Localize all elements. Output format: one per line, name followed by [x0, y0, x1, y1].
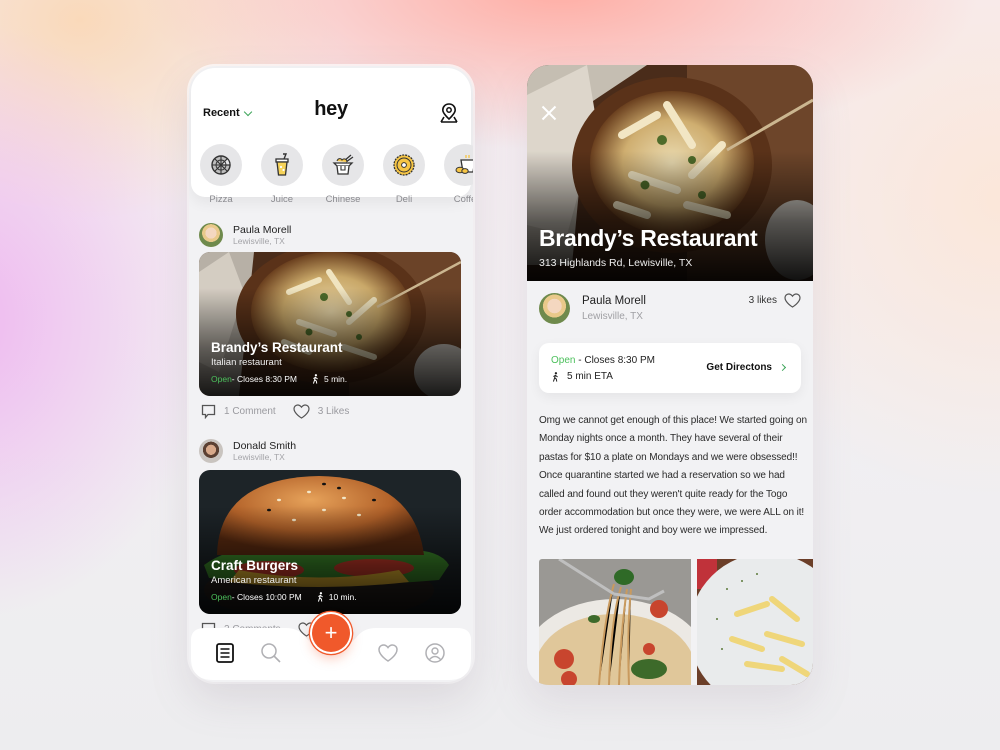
chevron-right-icon	[778, 363, 787, 372]
category-juice[interactable]: Juice	[260, 144, 304, 205]
eta: 5 min ETA	[551, 371, 613, 382]
restaurant-hours: Open - Closes 8:30 PM	[551, 355, 655, 366]
hero-image: Brandy’s Restaurant 313 Highlands Rd, Le…	[527, 65, 813, 281]
restaurant-name: Brandy’s Restaurant	[539, 225, 758, 251]
avatar	[199, 223, 223, 247]
closing-time: - Closes 8:30 PM	[575, 355, 655, 366]
profile-icon[interactable]	[424, 642, 446, 664]
heart-icon	[784, 293, 801, 308]
comment-icon	[201, 404, 216, 419]
comment-button[interactable]: 1 Comment	[201, 404, 276, 419]
review-text: Omg we cannot get enough of this place! …	[539, 415, 807, 537]
comment-count: 1 Comment	[224, 406, 276, 417]
app-title: hey	[314, 98, 348, 120]
restaurant-address: 313 Highlands Rd, Lewisville, TX	[539, 257, 693, 269]
author-name: Paula Morell	[233, 223, 292, 236]
closing-time: - Closes 8:30 PM	[231, 374, 297, 384]
avatar	[199, 439, 223, 463]
closing-time: - Closes 10:00 PM	[231, 592, 302, 602]
eta-text: 5 min ETA	[567, 371, 613, 382]
deli-icon	[393, 154, 415, 176]
category-chinese[interactable]: Chinese	[321, 144, 365, 205]
get-directions-button[interactable]: Get Directons	[706, 362, 787, 373]
close-icon[interactable]	[541, 105, 557, 121]
category-pizza[interactable]: Pizza	[199, 144, 243, 205]
pizza-icon	[211, 155, 231, 175]
restaurant-name: Brandy’s Restaurant	[211, 340, 343, 355]
restaurant-cuisine: American restaurant	[211, 575, 297, 586]
feed-screen: Recent hey Pizza Juice Chinese Deli Coff…	[189, 66, 473, 682]
author-location: Lewisville, TX	[233, 235, 285, 246]
takeout-box-icon	[332, 154, 354, 175]
walking-icon	[552, 371, 558, 382]
get-directions-label: Get Directons	[706, 362, 772, 373]
category-strip: Pizza Juice Chinese Deli Coff	[199, 144, 473, 206]
open-status: Open	[211, 592, 232, 602]
author-name: Paula Morell	[582, 294, 646, 307]
like-button[interactable]: 3 Likes	[293, 404, 350, 419]
coffee-icon	[455, 155, 473, 174]
post-author[interactable]: Paula Morell Lewisville, TX	[199, 223, 291, 247]
feed-list-icon[interactable]	[214, 642, 236, 664]
author-location: Lewisville, TX	[233, 451, 285, 462]
restaurant-card[interactable]: Brandy’s Restaurant Italian restaurant O…	[199, 252, 461, 396]
like-count: 3 likes	[748, 295, 777, 306]
walk-time: 10 min.	[328, 592, 357, 602]
category-coffee[interactable]: Coffe	[443, 144, 473, 205]
like-count: 3 Likes	[317, 406, 350, 417]
search-icon[interactable]	[260, 642, 282, 664]
post-author[interactable]: Donald Smith Lewisville, TX	[199, 439, 296, 463]
author-name: Donald Smith	[233, 439, 297, 452]
hours-directions-card: Open - Closes 8:30 PM 5 min ETA Get Dire…	[539, 343, 801, 393]
restaurant-detail-screen: Brandy’s Restaurant 313 Highlands Rd, Le…	[527, 65, 813, 685]
restaurant-card[interactable]: Craft Burgers American restaurant Open -…	[199, 470, 461, 614]
open-status: Open	[211, 374, 232, 384]
category-deli[interactable]: Deli	[382, 144, 426, 205]
map-pin-icon[interactable]	[439, 102, 459, 124]
add-post-button[interactable]: +	[312, 614, 350, 652]
like-button[interactable]: 3 likes	[749, 293, 801, 308]
heart-icon	[293, 404, 310, 419]
walking-icon	[317, 592, 323, 602]
gallery-photo-penne[interactable]	[697, 559, 813, 685]
review-author[interactable]: Paula Morell Lewisville, TX	[539, 293, 646, 324]
walking-icon	[312, 374, 318, 384]
favorites-heart-icon[interactable]	[377, 642, 399, 664]
avatar	[539, 293, 570, 324]
restaurant-cuisine: Italian restaurant	[211, 357, 282, 368]
restaurant-hours: Open - Closes 8:30 PM 5 min.	[211, 374, 347, 384]
open-status: Open	[551, 355, 576, 366]
bottom-tab-bar: +	[191, 614, 471, 680]
restaurant-hours: Open - Closes 10:00 PM 10 min.	[211, 592, 357, 602]
juice-icon	[275, 153, 289, 176]
walk-time: 5 min.	[324, 374, 348, 384]
plus-icon: +	[324, 620, 338, 645]
gallery-photo-spaghetti[interactable]	[539, 559, 691, 685]
restaurant-name: Craft Burgers	[211, 558, 299, 573]
post-actions: 1 Comment 3 Likes	[201, 404, 349, 419]
author-location: Lewisville, TX	[582, 310, 643, 322]
